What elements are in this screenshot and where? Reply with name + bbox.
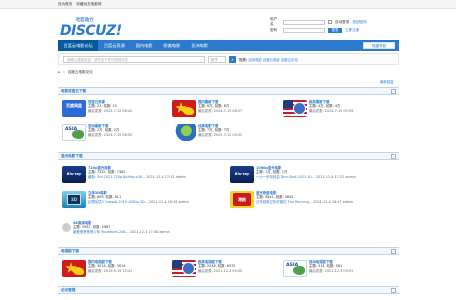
breadcrumb-forum[interactable]: 百度云电影论坛 xyxy=(68,70,93,75)
password-label: 密码 xyxy=(270,27,278,32)
breadcrumb: ⌂ › 百度云电影论坛 xyxy=(58,68,399,76)
forum-last-post: 最后发表: 2024-7-15 05:59 xyxy=(309,108,354,113)
username-input[interactable] xyxy=(283,19,325,25)
site-logo[interactable]: 社区动力 DISCUZ! xyxy=(58,17,122,39)
forum-item[interactable]: 国内最新下载 主题: 8万, 帖数: 8万 最后发表: 2024-7-15 06… xyxy=(172,100,242,117)
last-post-time: 2021-12-4 16:16 admin xyxy=(148,199,190,204)
forum-item[interactable]: 立体3D电影 主题: 609, 帖数: 611 幻想仙境3 Ozasvb.201… xyxy=(62,191,189,208)
usa-flag-icon xyxy=(172,260,196,277)
username-label: 用户名 xyxy=(270,17,278,26)
last-post-link[interactable]: 过年回家过年好媳妇 The Running... xyxy=(256,200,312,204)
section-header-bluray[interactable]: 蓝光电影下载 − xyxy=(58,152,399,160)
last-post-link[interactable]: 一小一步玩转会 Dim.Shot.2021.10... xyxy=(256,175,315,179)
collapse-icon[interactable]: − xyxy=(391,154,396,159)
collapse-icon[interactable]: − xyxy=(391,249,396,254)
forum-last-post: 最后发表: 2024-7-15 06:57 xyxy=(198,108,243,113)
nav-item-baidu-resources[interactable]: 百度云资源 xyxy=(98,40,130,51)
section-header-baidu[interactable]: 电影百度云下载 − xyxy=(58,87,399,95)
section-title: 电视剧下载 xyxy=(61,248,79,253)
last-post-time: 2021-12-4 17:22 admin xyxy=(315,174,356,179)
login-box: 用户名 自动登录 找回密码 密码 登录 立即注册 xyxy=(270,17,398,34)
forum-last-post: 最后发表: 2025-7-12 08:42 xyxy=(88,108,133,113)
logo-wordmark: DISCUZ! xyxy=(60,23,122,39)
quick-nav-button[interactable]: 快捷导航 xyxy=(363,42,395,49)
breadcrumb-separator: › xyxy=(63,70,65,74)
forum-item[interactable]: ASIA 亚洲最新下载 主题: 2万, 帖数: 2万 最后发表: 2024-7-… xyxy=(62,124,132,141)
last-post-time: 2021-12-4 17:33 admin xyxy=(146,174,187,179)
hot-search-item[interactable]: 百度云论坛 xyxy=(281,58,298,62)
bluray-icon: Blu-ray xyxy=(230,166,254,183)
forum-last-post: 最后发表: 2025-7-12 00:32 xyxy=(198,132,243,137)
classic-movie-icon xyxy=(172,124,196,141)
last-post-time: 2021-12-4 17:48 admin xyxy=(129,229,170,234)
main-nav: 百度云电影论坛 百度云资源 国内电影 欧美电影 亚洲电影 快捷导航 xyxy=(58,40,399,51)
hot-label: 热搜: xyxy=(239,57,248,62)
forum-item[interactable]: 欧美最新下载 主题: 4万, 帖数: 4万 最后发表: 2024-7-15 05… xyxy=(283,100,353,117)
baidu-pan-icon: 百度网盘 xyxy=(62,100,86,117)
forum-item[interactable]: Blu-ray 720p蓝光电影 主题: 7332, 帖数: 7362 最新: … xyxy=(62,166,186,183)
bluray-icon: Blu-ray xyxy=(62,166,86,183)
login-button[interactable]: 登录 xyxy=(328,27,342,33)
hot-search-item[interactable]: 百度云电影 xyxy=(263,58,280,62)
home-icon[interactable]: ⌂ xyxy=(58,70,60,74)
section-title: 蓝光电影下载 xyxy=(61,153,83,158)
forum-item[interactable]: ASIA 亚洲电视剧下载 主题: 314, 帖数: 581 最后发表: 2021… xyxy=(283,260,353,277)
search-bar: 请输入搜索内容，请勿出于任何违规目的 帖子 ⌕ 热搜: 活动电影 百度云电影 百… xyxy=(58,53,399,65)
nav-item-domestic[interactable]: 国内电影 xyxy=(130,40,158,51)
forum-status-icon xyxy=(62,223,71,232)
collapse-icon[interactable]: − xyxy=(391,288,396,293)
forgot-password-link[interactable]: 找回密码 xyxy=(352,20,366,25)
header: 社区动力 DISCUZ! 用户名 自动登录 找回密码 密码 登录 立即注册 xyxy=(0,9,456,39)
forum-item[interactable]: 4K高清电影 主题: 2987, 帖数: 2987 最爱爸爸爸爸少年 Roubr… xyxy=(62,221,170,234)
forum-last-post: 最后发表: 2019-9-19 15:41 xyxy=(88,268,133,273)
nav-item-western[interactable]: 欧美电影 xyxy=(158,40,186,51)
last-post-link[interactable]: 幻想仙境3 Ozasvb.2019.1080p.3D... xyxy=(88,200,148,204)
usa-flag-icon xyxy=(283,100,307,117)
forum-item[interactable]: 百度网盘 百度云资源 主题: 23, 帖数: 23 最后发表: 2025-7-1… xyxy=(62,100,132,117)
top-bar: 设为首页 收藏远去电影网 xyxy=(0,0,456,9)
search-input[interactable]: 请输入搜索内容，请勿出于任何违规目的 xyxy=(63,55,205,63)
section-header-tv[interactable]: 电视剧下载 − xyxy=(58,247,399,255)
set-home-link[interactable]: 设为首页 xyxy=(58,2,72,7)
china-flag-icon xyxy=(62,260,86,277)
forum-item[interactable]: Blu-ray 1080p蓝光电影 主题: 1万, 帖数: 1万 一小一步玩转会… xyxy=(230,166,356,183)
forum-last-post: 最后发表: 2021-12-3 09:01 xyxy=(309,268,354,273)
forum-item[interactable]: 经典电影下载 主题: 7万, 帖数: 7万 最后发表: 2025-7-12 00… xyxy=(172,124,242,141)
hk-movie-icon: 港剧 xyxy=(230,191,254,208)
asia-map-icon: ASIA xyxy=(283,260,307,277)
nav-item-forum[interactable]: 百度云电影论坛 xyxy=(58,40,99,51)
hot-searches: 热搜: 活动电影 百度云电影 百度云论坛 xyxy=(239,57,298,62)
forum-item[interactable]: 港剧 蓝光原盘电影 主题: 3641, 帖数: 3642 过年回家过年好媳妇 T… xyxy=(230,191,353,208)
last-post-link[interactable]: 最新: 3rd.2021.720p.BluRay.x26... xyxy=(88,175,145,179)
search-button[interactable]: ⌕ xyxy=(229,55,236,63)
forum-item[interactable]: 国内电视剧下载 主题: 3014, 帖数: 3014 最后发表: 2019-9-… xyxy=(62,260,132,277)
section-title: 论坛管理 xyxy=(61,287,76,292)
section-header-admin[interactable]: 论坛管理 − xyxy=(58,286,399,294)
last-post-time: 2021-12-4 18:37 admin xyxy=(313,199,354,204)
last-post-link[interactable]: 最爱爸爸爸爸少年 Roubrrom.208... xyxy=(73,230,129,234)
forum-last-post: 最后发表: 2024-7-15 06:55 xyxy=(88,132,133,137)
register-link[interactable]: 立即注册 xyxy=(345,28,359,33)
china-flag-icon xyxy=(172,100,196,117)
search-type-select[interactable]: 帖子 xyxy=(208,55,226,63)
password-input[interactable] xyxy=(283,27,325,33)
hot-search-item[interactable]: 活动电影 xyxy=(248,58,262,62)
forum-last-post: 最后发表: 2021-12-4 09:00 xyxy=(198,268,243,273)
bookmark-link[interactable]: 收藏远去电影网 xyxy=(76,2,101,7)
latest-replies-link[interactable]: 最新回复 xyxy=(380,79,394,84)
auto-login-label: 自动登录 xyxy=(335,19,350,24)
asia-map-icon: ASIA xyxy=(62,124,86,141)
nav-item-asian[interactable]: 亚洲电影 xyxy=(186,40,214,51)
forum-item[interactable]: 欧美电视剧下载 主题: 2248, 帖数: 6375 最后发表: 2021-12… xyxy=(172,260,242,277)
3d-tv-icon xyxy=(62,191,86,208)
collapse-icon[interactable]: − xyxy=(391,89,396,94)
auto-login-checkbox[interactable] xyxy=(328,20,332,24)
section-title: 电影百度云下载 xyxy=(61,88,87,93)
